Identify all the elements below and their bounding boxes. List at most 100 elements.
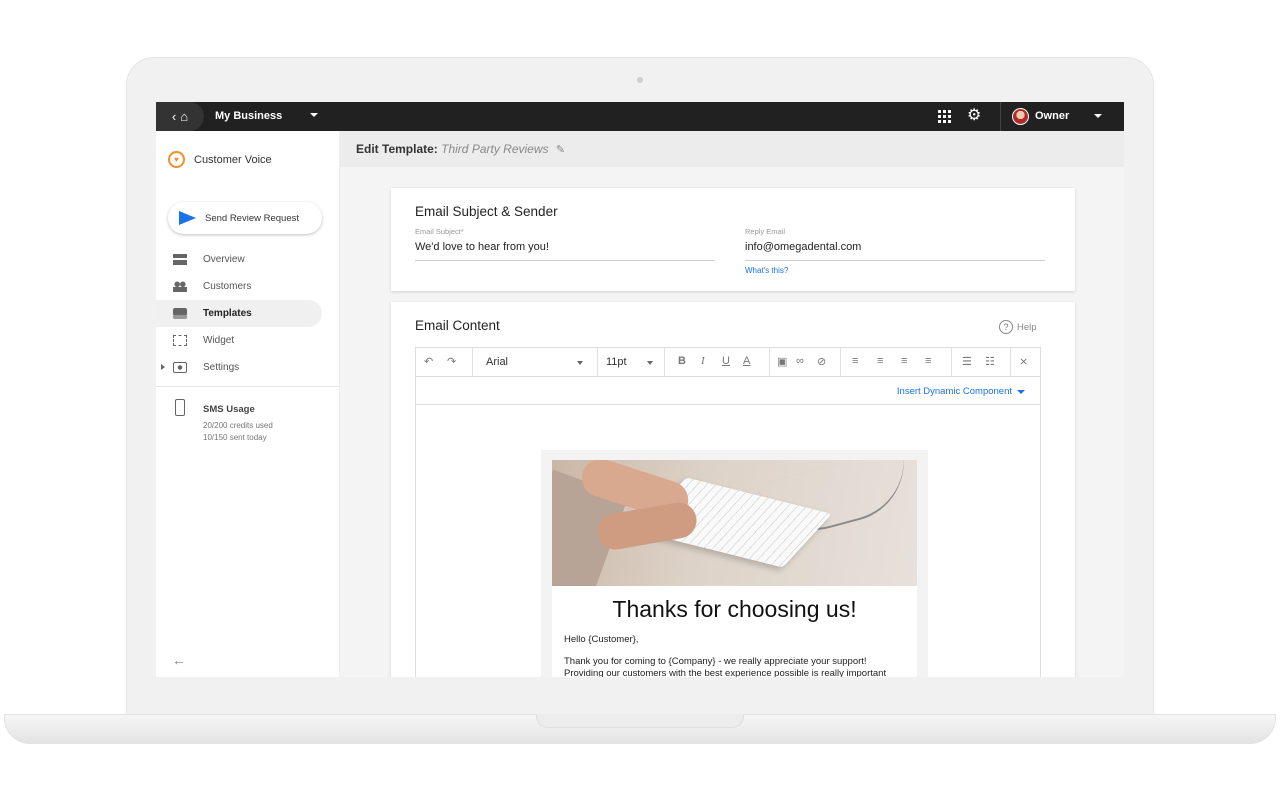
divider <box>597 348 598 376</box>
sidebar-item-widget[interactable]: Widget <box>156 327 340 354</box>
numbered-list-icon[interactable]: ☷ <box>985 355 995 368</box>
reply-email-input[interactable]: info@omegadental.com <box>745 241 861 253</box>
caret-right-icon[interactable] <box>161 364 165 370</box>
user-name[interactable]: Owner <box>1035 110 1069 122</box>
heart-icon: ♥ <box>168 151 185 168</box>
chevron-down-icon[interactable] <box>1017 390 1025 394</box>
screen: ‹ ⌂ My Business ⚙ Owner ♥ Customer Voice… <box>156 102 1124 677</box>
email-content-card: Email Content ? Help ↶ ↷ Arial 11pt B I … <box>391 302 1075 677</box>
send-review-request-button[interactable]: Send Review Request <box>168 202 322 234</box>
link-icon[interactable]: ∞ <box>796 355 804 367</box>
align-justify-icon[interactable]: ≡ <box>925 355 931 367</box>
subject-underline <box>415 260 715 261</box>
italic-icon[interactable]: I <box>701 355 705 367</box>
divider <box>1010 348 1011 376</box>
divider <box>840 348 841 376</box>
unlink-icon[interactable]: ⊘ <box>817 355 826 368</box>
chevron-down-icon[interactable] <box>647 361 653 365</box>
sidebar: ♥ Customer Voice Send Review Request Ove… <box>156 131 340 677</box>
camera <box>637 77 643 83</box>
sidebar-item-label: Settings <box>203 362 240 373</box>
help-icon: ? <box>999 320 1013 334</box>
bullet-list-icon[interactable]: ☰ <box>962 355 972 368</box>
help-button[interactable]: ? Help <box>999 320 1037 334</box>
divider <box>1000 102 1001 131</box>
business-name[interactable]: My Business <box>215 110 282 122</box>
divider <box>664 348 665 376</box>
clear-format-icon[interactable]: ⨯ <box>1019 355 1028 368</box>
underline-icon[interactable]: U <box>722 355 730 367</box>
reply-email-label: Reply Email <box>745 227 786 236</box>
divider <box>769 348 770 376</box>
font-select[interactable]: Arial <box>486 356 508 368</box>
size-select[interactable]: 11pt <box>606 356 627 368</box>
help-label: Help <box>1017 321 1037 333</box>
home-button[interactable]: ‹ ⌂ <box>156 102 204 131</box>
widget-icon <box>173 335 187 346</box>
top-bar: ‹ ⌂ My Business ⚙ Owner <box>156 102 1124 131</box>
edit-template-prefix: Edit Template: <box>356 142 438 156</box>
email-heading[interactable]: Thanks for choosing us! <box>552 586 917 634</box>
template-name[interactable]: Third Party Reviews <box>441 142 548 156</box>
home-icon: ⌂ <box>180 109 189 124</box>
send-icon <box>179 211 196 225</box>
phone-icon <box>175 399 185 416</box>
main-content: Edit Template: Third Party Reviews ✎ Ema… <box>340 131 1124 677</box>
pencil-icon[interactable]: ✎ <box>556 144 565 156</box>
editor-toolbar: ↶ ↷ Arial 11pt B I U A ▣ ∞ ⊘ ≡ ≡ ≡ ≡ ☰ ☷… <box>416 348 1040 377</box>
chevron-down-icon[interactable] <box>1094 114 1102 118</box>
email-subject-card: Email Subject & Sender Email Subject* We… <box>391 188 1075 291</box>
sidebar-item-label: Customers <box>203 281 252 292</box>
insert-dynamic-component-dropdown[interactable]: Insert Dynamic Component <box>897 386 1012 397</box>
send-button-label: Send Review Request <box>205 212 299 224</box>
sms-usage-title: SMS Usage <box>203 404 255 415</box>
page-title: Edit Template: Third Party Reviews ✎ <box>356 142 565 156</box>
laptop-notch <box>536 714 744 728</box>
chevron-left-icon: ‹ <box>171 109 177 124</box>
hero-image[interactable] <box>552 460 917 586</box>
sidebar-item-label: Templates <box>203 308 252 319</box>
gear-icon[interactable]: ⚙ <box>967 108 981 124</box>
align-center-icon[interactable]: ≡ <box>877 355 883 367</box>
avatar[interactable] <box>1012 108 1029 125</box>
text-color-icon[interactable]: A <box>743 355 750 367</box>
align-left-icon[interactable]: ≡ <box>852 355 858 367</box>
chevron-down-icon[interactable] <box>577 361 583 365</box>
dynamic-component-row: Insert Dynamic Component <box>416 377 1040 405</box>
card-title: Email Content <box>415 318 500 333</box>
undo-icon[interactable]: ↶ <box>424 355 433 368</box>
apps-grid-icon[interactable] <box>938 110 951 123</box>
bold-icon[interactable]: B <box>678 355 686 367</box>
brand-name: Customer Voice <box>194 153 272 166</box>
customers-icon <box>173 281 187 292</box>
sms-credits: 20/200 credits used <box>203 421 273 430</box>
email-greeting[interactable]: Hello {Customer}, <box>552 634 917 646</box>
sidebar-item-overview[interactable]: Overview <box>156 246 340 273</box>
settings-icon <box>173 362 187 373</box>
sidebar-item-customers[interactable]: Customers <box>156 273 340 300</box>
sidebar-item-settings[interactable]: Settings <box>156 354 340 381</box>
sidebar-nav: Overview Customers Templates Widget Sett… <box>156 246 340 381</box>
redo-icon[interactable]: ↷ <box>447 355 456 368</box>
image-icon[interactable]: ▣ <box>777 355 787 368</box>
divider <box>951 348 952 376</box>
subject-label: Email Subject* <box>415 227 464 236</box>
email-line[interactable]: Thank you for coming to {Company} - we r… <box>552 656 917 668</box>
card-title: Email Subject & Sender <box>415 204 558 219</box>
sidebar-item-label: Widget <box>203 335 235 346</box>
arrow-left-icon[interactable]: ← <box>172 652 186 668</box>
subject-input[interactable]: We'd love to hear from you! <box>415 241 549 253</box>
divider <box>156 386 340 387</box>
email-inner: Thanks for choosing us! Hello {Customer}… <box>552 460 917 677</box>
align-right-icon[interactable]: ≡ <box>901 355 907 367</box>
chevron-down-icon[interactable] <box>310 113 318 117</box>
divider <box>472 348 473 376</box>
sidebar-item-label: Overview <box>203 254 245 265</box>
brand: ♥ Customer Voice <box>168 151 272 168</box>
whats-this-link[interactable]: What's this? <box>745 266 788 275</box>
sms-sent: 10/150 sent today <box>203 433 267 442</box>
sidebar-item-templates[interactable]: Templates <box>156 300 322 327</box>
email-line[interactable]: Providing our customers with the best ex… <box>552 668 917 677</box>
editor-canvas[interactable]: Thanks for choosing us! Hello {Customer}… <box>416 405 1040 677</box>
templates-icon <box>173 308 187 319</box>
